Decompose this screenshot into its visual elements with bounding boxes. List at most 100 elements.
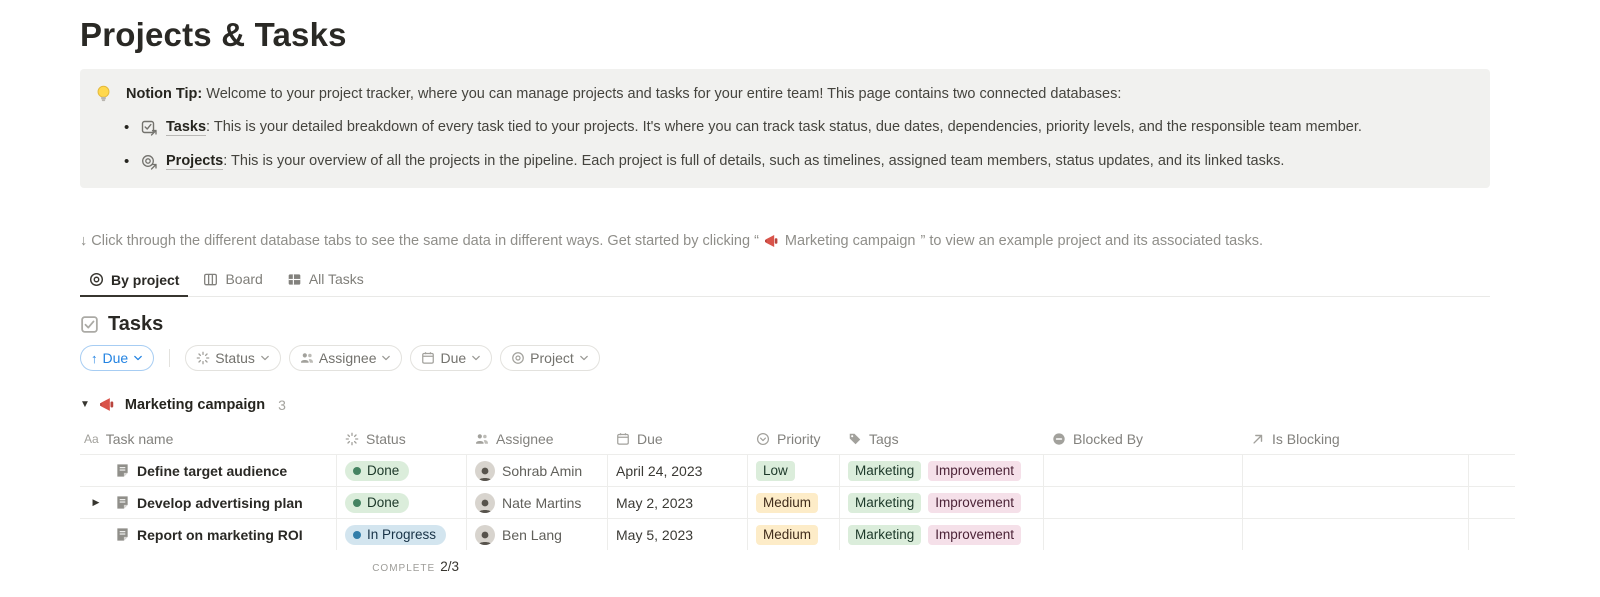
- task-name-cell[interactable]: Report on marketing ROI: [80, 519, 337, 550]
- tab-label: By project: [111, 272, 179, 288]
- is-blocking-cell[interactable]: [1243, 455, 1469, 486]
- priority-badge[interactable]: Medium: [756, 493, 818, 513]
- tags-cell[interactable]: Marketing Improvement: [840, 455, 1044, 486]
- status-column-calculation[interactable]: COMPLETE 2/3: [337, 559, 467, 574]
- filter-toolbar: ↑ Due Status Assignee Due: [80, 345, 1515, 371]
- calculation-value: 2/3: [440, 559, 459, 574]
- tags-cell[interactable]: Marketing Improvement: [840, 519, 1044, 550]
- due-date: May 5, 2023: [616, 527, 693, 543]
- tag-marketing[interactable]: Marketing: [848, 525, 921, 545]
- status-badge[interactable]: Done: [345, 493, 409, 513]
- arrow-up-right-icon: [1251, 432, 1265, 446]
- board-icon: [203, 272, 218, 287]
- bullet-dot: •: [124, 151, 132, 172]
- group-name[interactable]: Marketing campaign: [125, 397, 265, 413]
- table-row-develop-advertising-plan[interactable]: ▶ Develop advertising plan Done Nate Mar…: [80, 486, 1515, 518]
- tasks-table: Aa Task name Status Assignee Due: [80, 424, 1515, 574]
- due-cell[interactable]: May 5, 2023: [608, 519, 748, 550]
- tag-improvement[interactable]: Improvement: [928, 493, 1021, 513]
- target-icon: [89, 272, 104, 287]
- tag-improvement[interactable]: Improvement: [928, 525, 1021, 545]
- column-label: Is Blocking: [1272, 431, 1340, 447]
- column-header-assignee[interactable]: Assignee: [467, 424, 608, 454]
- filter-status-pill[interactable]: Status: [185, 345, 281, 371]
- table-row-report-on-marketing-roi[interactable]: Report on marketing ROI In Progress Ben …: [80, 518, 1515, 550]
- bullet-text: Projects: This is your overview of all t…: [166, 151, 1284, 172]
- tab-by-project[interactable]: By project: [80, 266, 188, 297]
- column-header-status[interactable]: Status: [337, 424, 467, 454]
- database-view-tabs: By project Board All Tasks: [80, 266, 1490, 297]
- checkbox-icon: [80, 315, 99, 334]
- subitems-expand-toggle[interactable]: ▶: [93, 497, 100, 508]
- task-name[interactable]: Report on marketing ROI: [137, 527, 303, 543]
- priority-badge[interactable]: Medium: [756, 525, 818, 545]
- tasks-db-desc: : This is your detailed breakdown of eve…: [206, 119, 1362, 135]
- filter-due-pill[interactable]: Due: [410, 345, 492, 371]
- column-header-blocked-by[interactable]: Blocked By: [1044, 424, 1243, 454]
- status-badge[interactable]: Done: [345, 461, 409, 481]
- group-collapse-toggle[interactable]: ▼: [80, 399, 90, 410]
- status-label: Done: [367, 495, 399, 510]
- chevron-down-icon: [133, 354, 143, 362]
- priority-cell[interactable]: Medium: [748, 519, 840, 550]
- assignee-name: Nate Martins: [502, 495, 581, 511]
- blocked-by-cell[interactable]: [1044, 487, 1243, 518]
- priority-cell[interactable]: Low: [748, 455, 840, 486]
- tasks-db-link[interactable]: Tasks: [166, 119, 206, 136]
- status-label: In Progress: [367, 527, 436, 542]
- column-header-priority[interactable]: Priority: [748, 424, 840, 454]
- status-badge[interactable]: In Progress: [345, 525, 446, 545]
- priority-cell[interactable]: Medium: [748, 487, 840, 518]
- avatar: [475, 461, 495, 481]
- due-cell[interactable]: May 2, 2023: [608, 487, 748, 518]
- page-icon: [115, 463, 130, 478]
- target-icon: [511, 351, 525, 365]
- calculation-label: COMPLETE: [372, 563, 435, 574]
- tab-board[interactable]: Board: [194, 266, 271, 296]
- column-header-tags[interactable]: Tags: [840, 424, 1044, 454]
- row-indent: ▶: [84, 497, 108, 508]
- select-circle-icon: [756, 432, 770, 446]
- assignee-cell[interactable]: Nate Martins: [467, 487, 608, 518]
- status-cell[interactable]: In Progress: [337, 519, 467, 550]
- page-title: Projects & Tasks: [80, 16, 1515, 54]
- assignee-cell[interactable]: Ben Lang: [467, 519, 608, 550]
- blocked-by-cell[interactable]: [1044, 519, 1243, 550]
- tag-marketing[interactable]: Marketing: [848, 461, 921, 481]
- task-name[interactable]: Develop advertising plan: [137, 495, 303, 511]
- column-header-task-name[interactable]: Aa Task name: [80, 424, 337, 454]
- due-cell[interactable]: April 24, 2023: [608, 455, 748, 486]
- extra-cell: [1469, 519, 1515, 550]
- sort-due-pill[interactable]: ↑ Due: [80, 345, 154, 371]
- tab-all-tasks[interactable]: All Tasks: [278, 266, 373, 296]
- filter-label: Assignee: [319, 350, 377, 366]
- assignee-name: Ben Lang: [502, 527, 562, 543]
- status-cell[interactable]: Done: [337, 455, 467, 486]
- task-name-cell[interactable]: Define target audience: [80, 455, 337, 486]
- chevron-down-icon: [579, 354, 589, 362]
- status-dot: [353, 467, 361, 475]
- table-row-define-target-audience[interactable]: Define target audience Done Sohrab Amin …: [80, 454, 1515, 486]
- tags-cell[interactable]: Marketing Improvement: [840, 487, 1044, 518]
- is-blocking-cell[interactable]: [1243, 519, 1469, 550]
- column-header-is-blocking[interactable]: Is Blocking: [1243, 424, 1469, 454]
- assignee-name: Sohrab Amin: [502, 463, 582, 479]
- task-name[interactable]: Define target audience: [137, 463, 287, 479]
- task-name-cell[interactable]: ▶ Develop advertising plan: [80, 487, 337, 518]
- status-spinner-icon: [345, 432, 359, 446]
- assignee-cell[interactable]: Sohrab Amin: [467, 455, 608, 486]
- column-header-due[interactable]: Due: [608, 424, 748, 454]
- priority-badge[interactable]: Low: [756, 461, 795, 481]
- is-blocking-cell[interactable]: [1243, 487, 1469, 518]
- projects-db-link[interactable]: Projects: [166, 153, 223, 170]
- blocked-by-cell[interactable]: [1044, 455, 1243, 486]
- filter-assignee-pill[interactable]: Assignee: [289, 345, 403, 371]
- calendar-icon: [616, 432, 630, 446]
- status-cell[interactable]: Done: [337, 487, 467, 518]
- chevron-down-icon: [471, 354, 481, 362]
- people-icon: [300, 351, 314, 365]
- filter-project-pill[interactable]: Project: [500, 345, 600, 371]
- tag-marketing[interactable]: Marketing: [848, 493, 921, 513]
- tag-improvement[interactable]: Improvement: [928, 461, 1021, 481]
- filter-label: Project: [530, 350, 574, 366]
